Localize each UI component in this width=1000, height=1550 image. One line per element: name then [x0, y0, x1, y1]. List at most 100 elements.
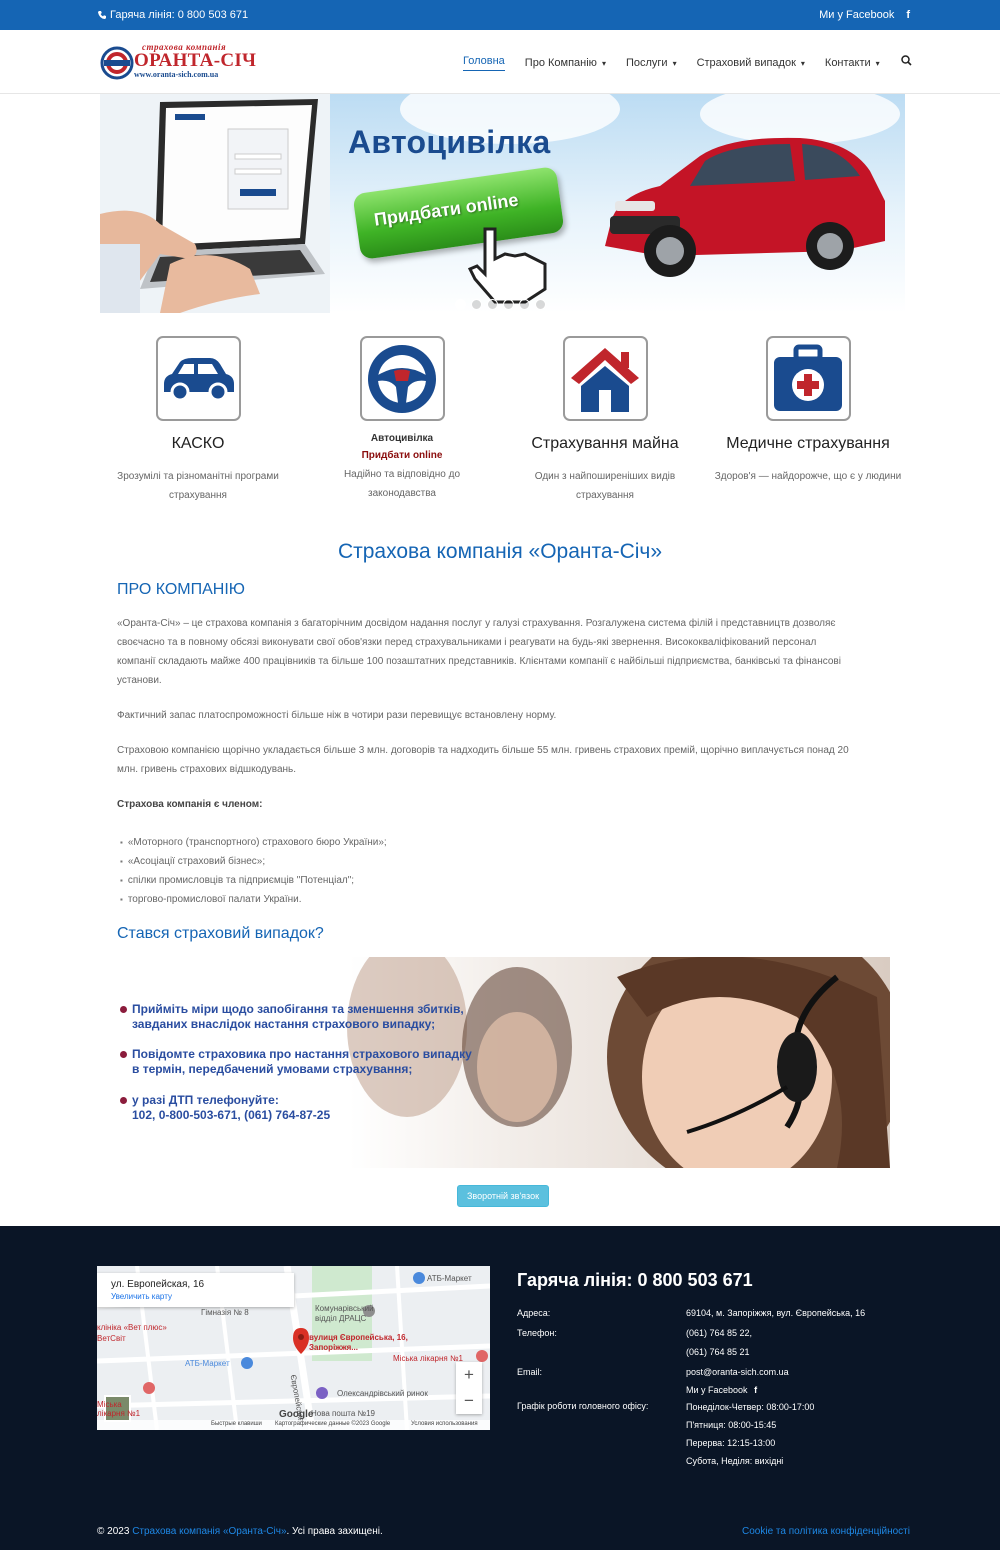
service-icon-box [359, 336, 445, 421]
logo[interactable]: страхова компанія ОРАНТА-СІЧ www.oranta-… [100, 42, 260, 82]
copyright-text: . Усі права захищені. [286, 1526, 383, 1537]
map-label: клініка «Вет плюс» [97, 1323, 167, 1332]
search-button[interactable] [901, 55, 912, 69]
list-item: спілки промисловців та підприємців "Поте… [120, 871, 387, 890]
text-line: млн. гривень страхових відшкодувань. [117, 764, 297, 775]
copyright-company-link[interactable]: Страхова компанія «Оранта-Січ» [132, 1526, 286, 1537]
slider-dot[interactable] [503, 299, 514, 310]
facebook-icon: f [754, 1385, 758, 1395]
service-card-kasko[interactable]: КАСКО Зрозумілі та різноманітні програми… [103, 336, 293, 505]
nav-label: Послуги [625, 57, 668, 69]
logo-name: ОРАНТА-СІЧ [134, 50, 257, 71]
list-item: «Моторного (транспортного) страхового бю… [120, 833, 387, 852]
nav-item-home[interactable]: Головна [463, 55, 505, 71]
logo-url: www.oranta-sich.com.ua [134, 70, 219, 79]
text-line: Страховою компанією щорічно укладається … [117, 745, 849, 756]
service-card-autocivilka[interactable]: Автоцивілка Придбати online Надійно та в… [307, 336, 497, 503]
steering-wheel-icon [368, 344, 436, 413]
service-desc: Зрозумілі та різноманітні програми страху… [103, 467, 293, 505]
nav-item-services[interactable]: Послуги ▾ [626, 55, 677, 71]
phone-value[interactable]: (061) 764 85 21 [686, 1347, 750, 1357]
facebook-link[interactable]: Ми у Facebook [819, 9, 894, 21]
map-label: Гімназія № 8 [201, 1308, 249, 1317]
service-title: Медичне страхування [726, 435, 890, 452]
member-heading: Страхова компанія є членом: [117, 799, 263, 810]
about-paragraph-3: Страховою компанією щорічно укладається … [117, 741, 887, 779]
map-terms-link[interactable]: Условия использования [411, 1421, 478, 1427]
map-label: АТБ-Маркет [427, 1274, 472, 1283]
about-heading: ПРО КОМПАНІЮ [117, 581, 245, 598]
service-card-medical[interactable]: Медичне страхування Здоров'я — найдорожч… [713, 336, 903, 486]
laptop-image [100, 94, 330, 313]
google-map[interactable]: ул. Европейская, 16 Увеличить карту АТБ-… [97, 1266, 490, 1430]
search-icon [901, 55, 912, 66]
map-shortcuts-link[interactable]: Быстрые клавиши [211, 1421, 262, 1427]
claim-line: 102, 0-800-503-671, (061) 764-87-25 [132, 1108, 331, 1122]
text-line: компанії складають майже 400 працівників… [117, 656, 841, 667]
service-title: КАСКО [171, 435, 225, 452]
email-link[interactable]: post@oranta-sich.com.ua [686, 1367, 789, 1377]
list-item: «Асоціації страховий бізнес»; [120, 852, 387, 871]
service-desc-line: законодавства [368, 488, 436, 499]
slider-dots [455, 299, 546, 310]
slider-dot[interactable] [487, 299, 498, 310]
logo-emblem-icon [100, 46, 134, 80]
nav-item-about[interactable]: Про Компанію ▾ [525, 55, 606, 71]
service-desc-line: Надійно та відповідно до [343, 469, 461, 480]
facebook-icon[interactable]: f [906, 9, 910, 21]
site-footer: ул. Европейская, 16 Увеличить карту АТБ-… [0, 1226, 1000, 1550]
about-paragraph-2: Фактичний запас платоспроможності більше… [117, 710, 557, 721]
claim-line: в термін, передбачений умовами страхуван… [132, 1062, 413, 1076]
service-title: Автоцивілка [370, 433, 434, 444]
service-card-property[interactable]: Страхування майна Один з найпоширеніших … [510, 336, 700, 505]
privacy-link[interactable]: Cookie та політика конфіденційності [742, 1526, 910, 1537]
service-icon-box [765, 336, 851, 421]
nav-item-claim[interactable]: Страховий випадок ▾ [697, 55, 805, 71]
claim-step: Повідомте страховика про настання страхо… [120, 1047, 472, 1077]
map-label: лікарня №1 [97, 1409, 141, 1418]
text-line: «Оранта-Січ» – це страхова компанія з ба… [117, 618, 836, 629]
schedule-line: П'ятниця: 08:00-15:45 [686, 1420, 777, 1430]
slider-dot[interactable] [535, 299, 546, 310]
nav-label: Контакти [824, 57, 871, 69]
phone-icon [98, 11, 106, 19]
zoom-in-button[interactable]: + [456, 1362, 482, 1388]
service-desc-line: страхування [576, 490, 634, 501]
hotline-text: Гаряча лінія: 0 800 503 671 [110, 9, 249, 21]
site-header: страхова компанія ОРАНТА-СІЧ www.oranta-… [0, 30, 1000, 94]
google-logo: Google [279, 1409, 314, 1420]
hero-slider[interactable]: Автоцивілка Придбати online [100, 94, 905, 313]
service-desc: Здоров'я — найдорожче, що є у людини [713, 467, 903, 486]
facebook-text: Ми у Facebook [686, 1385, 748, 1395]
schedule-label: Графік роботи головного офісу: [517, 1401, 649, 1411]
hotline[interactable]: Гаряча лінія: 0 800 503 671 [97, 9, 248, 21]
claim-banner: Прийміть міри щодо запобігання та зменше… [117, 957, 890, 1168]
chevron-down-icon: ▾ [875, 58, 880, 68]
claim-line: у разі ДТП телефонуйте: [132, 1093, 279, 1107]
service-desc-line: Зрозумілі та різноманітні програми [117, 471, 279, 482]
service-icon-box [562, 336, 648, 421]
slider-dot[interactable] [471, 299, 482, 310]
map-label: Міська [97, 1400, 122, 1409]
feedback-button[interactable]: Зворотній зв'язок [457, 1185, 549, 1207]
cursor-hand-icon [467, 227, 547, 304]
slider-dot[interactable] [455, 299, 466, 310]
map-label: Міська лікарня №1 [393, 1354, 463, 1363]
nav-item-contacts[interactable]: Контакти ▾ [825, 55, 880, 71]
phone-value[interactable]: (061) 764 85 22, [686, 1328, 752, 1338]
service-icon-box [155, 336, 241, 421]
chevron-down-icon: ▾ [601, 58, 606, 68]
zoom-out-button[interactable]: − [456, 1388, 482, 1414]
map-label: відділ ДРАЦС [315, 1314, 367, 1323]
footer-facebook-link[interactable]: Ми у Facebook f [686, 1385, 757, 1395]
text-line: своєчасно та в повному обсязі виконувати… [117, 637, 817, 648]
about-paragraph-1: «Оранта-Січ» – це страхова компанія з ба… [117, 614, 887, 690]
buy-online-link[interactable]: Придбати online [307, 450, 497, 461]
slider-dot[interactable] [519, 299, 530, 310]
map-zoom-control: + − [456, 1362, 482, 1414]
address-label: Адреса: [517, 1308, 551, 1318]
page-title: Страхова компанія «Оранта-Січ» [337, 540, 663, 563]
map-label: АТБ-Маркет [185, 1359, 230, 1368]
top-bar: Гаряча лінія: 0 800 503 671 Ми у Faceboo… [0, 0, 1000, 30]
map-enlarge-link[interactable]: Увеличить карту [111, 1292, 172, 1301]
